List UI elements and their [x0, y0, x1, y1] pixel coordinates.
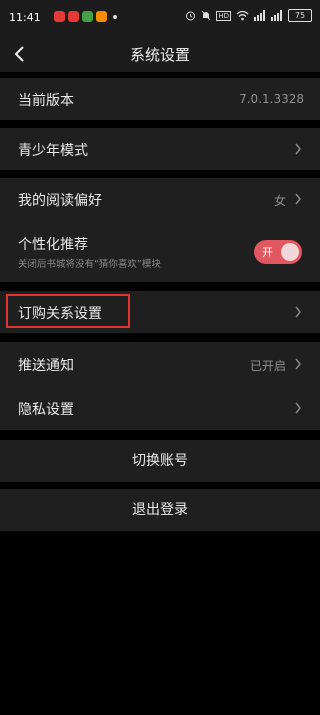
- system-icons: HD 75: [185, 9, 312, 22]
- page-title: 系统设置: [129, 46, 190, 64]
- settings-group-preference: 我的阅读偏好 女 个性化推荐 关闭后书城将没有“猜你喜欢”模块 开: [0, 178, 320, 282]
- settings-row-privacy[interactable]: 隐私设置: [0, 386, 320, 430]
- toggle-knob: [281, 243, 299, 261]
- version-value: 7.0.1.3328: [239, 92, 304, 106]
- toggle-on-label: 开: [262, 246, 273, 259]
- settings-row-version: 当前版本 7.0.1.3328: [0, 78, 320, 120]
- notification-icons: [54, 11, 117, 22]
- logout-button[interactable]: 退出登录: [0, 489, 320, 531]
- status-bar: 11:41 HD 75: [0, 0, 320, 36]
- hd-icon: HD: [216, 10, 231, 21]
- settings-row-personalized-recommend: 个性化推荐 关闭后书城将没有“猜你喜欢”模块 开: [0, 220, 320, 282]
- personalized-recommend-description: 关闭后书城将没有“猜你喜欢”模块: [18, 259, 161, 270]
- wifi-icon: [236, 10, 249, 21]
- chevron-right-icon: [295, 143, 301, 155]
- reading-preference-value: 女: [273, 194, 286, 208]
- push-label: 推送通知: [18, 358, 74, 374]
- battery-icon: 75: [288, 9, 312, 22]
- personalized-recommend-toggle[interactable]: 开: [254, 240, 302, 264]
- status-time: 11:41: [9, 11, 41, 24]
- youth-mode-label: 青少年模式: [18, 143, 88, 159]
- chevron-right-icon: [295, 306, 301, 318]
- more-dot-icon: [113, 14, 117, 19]
- settings-group-notification-privacy: 推送通知 已开启 隐私设置: [0, 342, 320, 430]
- push-value: 已开启: [249, 359, 286, 373]
- version-label: 当前版本: [18, 93, 74, 109]
- highlight-box: [6, 294, 130, 328]
- switch-account-button[interactable]: 切换账号: [0, 440, 320, 482]
- chevron-right-icon: [295, 402, 301, 414]
- settings-row-reading-preference[interactable]: 我的阅读偏好 女: [0, 178, 320, 220]
- settings-row-youth-mode[interactable]: 青少年模式: [0, 128, 320, 170]
- app-notification-icon: [68, 11, 79, 22]
- app-notification-icon: [82, 11, 93, 22]
- personalized-recommend-label: 个性化推荐: [18, 237, 88, 253]
- settings-row-push[interactable]: 推送通知 已开启: [0, 342, 320, 386]
- app-notification-icon: [54, 11, 65, 22]
- signal-icon: [254, 10, 265, 21]
- silent-icon: [201, 10, 211, 21]
- reading-preference-label: 我的阅读偏好: [18, 193, 102, 209]
- chevron-right-icon: [295, 358, 301, 370]
- app-notification-icon: [96, 11, 107, 22]
- privacy-label: 隐私设置: [18, 402, 74, 418]
- nav-bar: 系统设置: [0, 36, 320, 72]
- alarm-icon: [186, 11, 196, 21]
- chevron-right-icon: [295, 193, 301, 205]
- signal-icon: [271, 10, 282, 21]
